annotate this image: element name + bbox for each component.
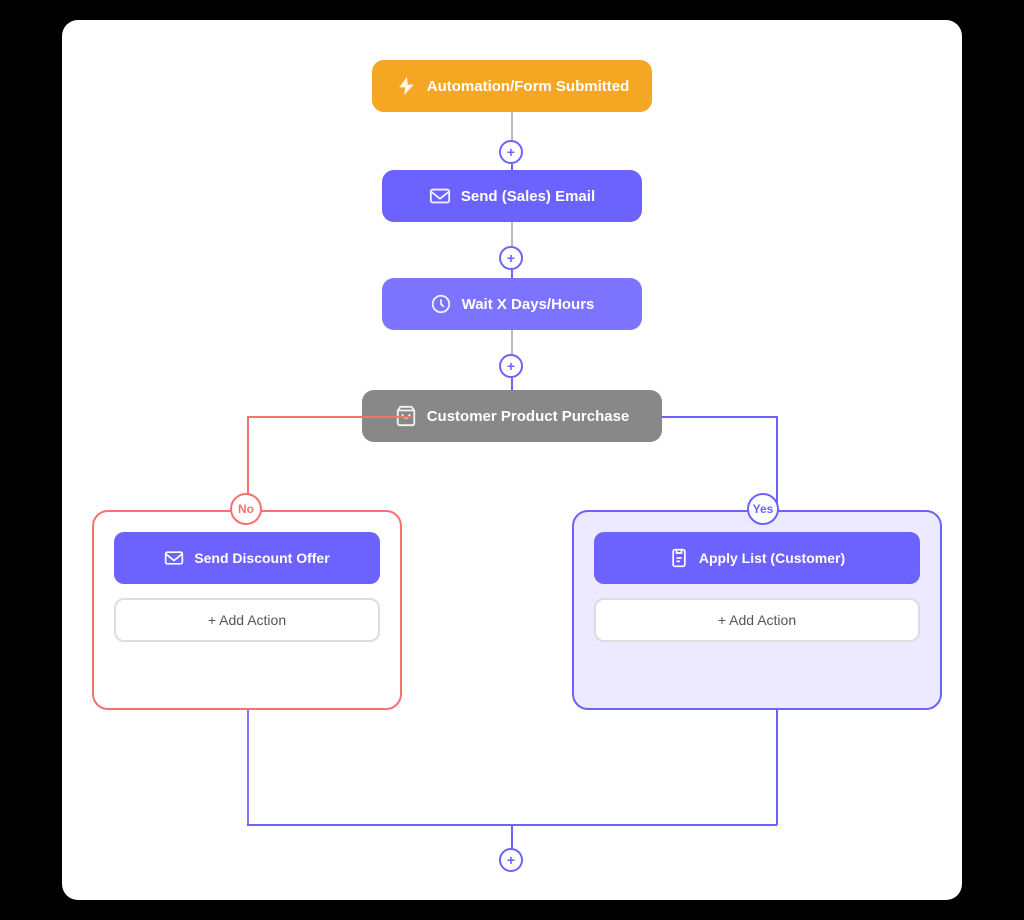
plus-connector-2[interactable]: + — [499, 246, 523, 270]
vline-yes — [776, 416, 778, 512]
vline-merge-left — [247, 710, 249, 825]
clipboard-icon — [669, 548, 689, 568]
wait-node[interactable]: Wait X Days/Hours — [382, 278, 642, 330]
add-action-no-label: + Add Action — [208, 612, 286, 628]
email-label: Send (Sales) Email — [461, 188, 595, 205]
hline-no — [247, 416, 412, 418]
add-action-no-button[interactable]: + Add Action — [114, 598, 380, 642]
add-action-yes-button[interactable]: + Add Action — [594, 598, 920, 642]
plus-connector-3[interactable]: + — [499, 354, 523, 378]
plus-connector-bottom[interactable]: + — [499, 848, 523, 872]
workflow-canvas: + Automation/Form Submitted Send (Sales)… — [62, 20, 962, 900]
hline-merge-right — [511, 824, 777, 826]
hline-yes — [662, 416, 777, 418]
condition-label: Customer Product Purchase — [427, 408, 630, 425]
apply-list-button[interactable]: Apply List (Customer) — [594, 532, 920, 584]
email-icon-branch — [164, 548, 184, 568]
trigger-node[interactable]: Automation/Form Submitted — [372, 60, 652, 112]
trigger-label: Automation/Form Submitted — [427, 78, 630, 95]
yes-label: Yes — [747, 493, 779, 525]
email-node[interactable]: Send (Sales) Email — [382, 170, 642, 222]
branch-yes-container: Apply List (Customer) + Add Action — [572, 510, 942, 710]
discount-label: Send Discount Offer — [194, 550, 329, 566]
no-label: No — [230, 493, 262, 525]
add-action-yes-label: + Add Action — [718, 612, 796, 628]
send-discount-button[interactable]: Send Discount Offer — [114, 532, 380, 584]
apply-list-label: Apply List (Customer) — [699, 550, 845, 566]
clock-icon — [430, 293, 452, 315]
wait-label: Wait X Days/Hours — [462, 296, 595, 313]
hline-merge-left — [247, 824, 512, 826]
plus-connector-1[interactable]: + — [499, 140, 523, 164]
bolt-icon — [395, 75, 417, 97]
vline-merge-right — [776, 710, 778, 825]
email-icon — [429, 185, 451, 207]
branch-no-container: Send Discount Offer + Add Action — [92, 510, 402, 710]
